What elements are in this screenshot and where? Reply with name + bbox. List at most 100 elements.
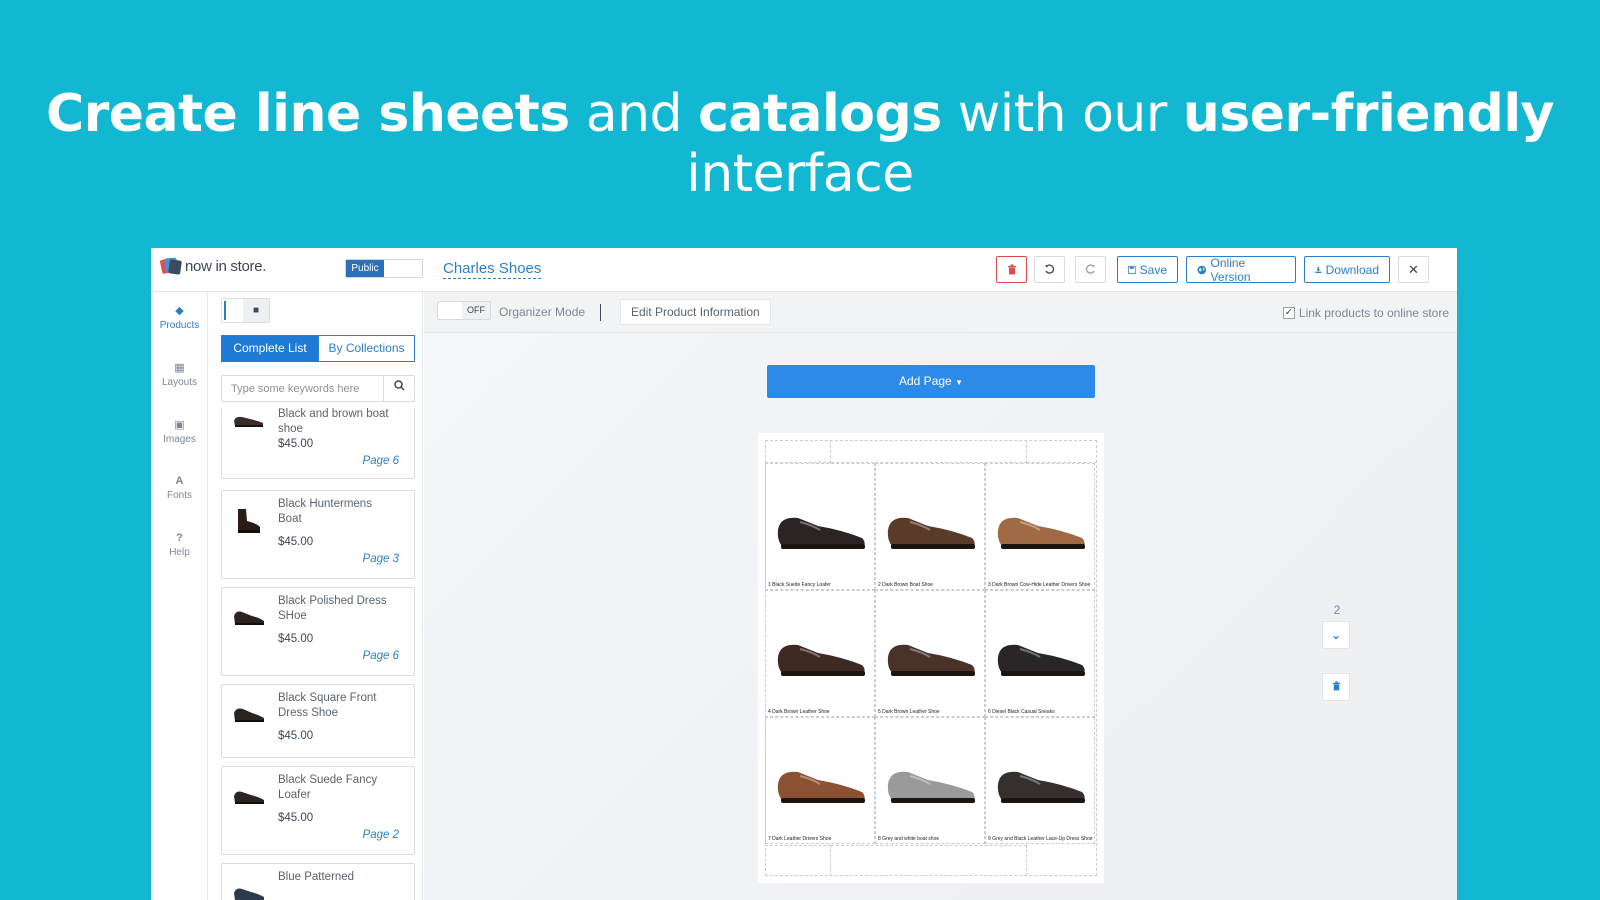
redo-icon — [1085, 264, 1095, 274]
globe-icon — [1197, 265, 1207, 274]
search-box — [221, 375, 415, 402]
public-toggle[interactable]: Public — [345, 259, 423, 278]
edit-product-info-button[interactable]: Edit Product Information — [620, 299, 771, 325]
rail-item-images[interactable]: ▣ Images — [151, 418, 208, 445]
product-page[interactable]: Page 6 — [363, 455, 399, 467]
redo-button[interactable] — [1075, 256, 1106, 283]
rail-products-label: Products — [159, 320, 200, 331]
list-item[interactable]: Black Huntermens Boat $45.00 Page 3 — [221, 490, 415, 579]
headline-part-1: Create line sheets — [45, 84, 570, 144]
list-item[interactable]: Black Suede Fancy Loafer $45.00 Page 2 — [221, 766, 415, 855]
shoe-thumbnail — [238, 509, 260, 533]
product-cell[interactable]: 5 Dark Brown Leather Shoe — [875, 590, 985, 717]
headline-part-6: interface — [686, 144, 914, 204]
add-page-button[interactable]: Add Page ▼ — [767, 365, 1095, 398]
product-page[interactable]: Page 3 — [363, 553, 399, 565]
tab-by-collections[interactable]: By Collections — [319, 335, 415, 362]
add-page-label: Add Page — [899, 374, 952, 388]
search-icon — [393, 380, 405, 391]
link-products-checkbox[interactable]: ✓ Link products to online store — [1282, 306, 1449, 320]
product-caption: 8 Grey and white boat shoe — [878, 836, 940, 842]
floppy-icon — [1128, 265, 1136, 274]
save-label: Save — [1139, 262, 1167, 277]
document-title[interactable]: Charles Shoes — [443, 260, 542, 279]
shoe-image — [887, 517, 975, 549]
product-cell[interactable]: 6 Diesel Black Casual Sneaks — [985, 590, 1095, 717]
rail-fonts-label: Fonts — [166, 490, 192, 501]
image-icon: ▣ — [174, 419, 185, 431]
header-cell[interactable] — [765, 440, 831, 463]
product-cell[interactable]: 9 Grey and Black Leather Lace-Up Dress S… — [985, 717, 1095, 844]
product-caption: 7 Dark Leather Drivers Shoe — [768, 836, 832, 842]
tab-complete-list[interactable]: Complete List — [221, 335, 319, 362]
delete-button[interactable] — [996, 256, 1027, 283]
product-name: Black Polished Dress SHoe — [278, 595, 387, 622]
link-products-label: Link products to online store — [1298, 306, 1449, 320]
shoe-thumbnail — [234, 708, 264, 722]
header-cell[interactable] — [831, 440, 1027, 463]
list-item[interactable]: Black Square Front Dress Shoe $45.00 — [221, 684, 415, 758]
product-price: $45.00 — [278, 633, 314, 645]
rail-item-layouts[interactable]: ▦ Layouts — [151, 361, 208, 388]
view-toggle[interactable]: ■ — [221, 298, 270, 323]
save-button[interactable]: Save — [1117, 256, 1178, 283]
logo-icon — [159, 257, 182, 275]
trash-icon — [1332, 681, 1340, 691]
shoe-image — [887, 771, 975, 803]
product-cell[interactable]: 7 Dark Leather Drivers Shoe — [765, 717, 875, 844]
header-cell[interactable] — [1027, 440, 1097, 463]
rail-images-label: Images — [163, 434, 196, 445]
product-caption: 2 Dark Brown Boat Shoe — [878, 582, 934, 588]
search-button[interactable] — [383, 376, 414, 401]
editor-toolbar: OFF Organizer Mode Edit Product Informat… — [424, 292, 1457, 333]
footer-cell[interactable] — [831, 845, 1027, 876]
list-item[interactable]: Black and brown boat shoe $45.00 Page 6 — [221, 408, 415, 479]
product-page[interactable]: Page 6 — [363, 650, 399, 662]
shoe-image — [777, 771, 865, 803]
organizer-toggle[interactable]: OFF — [437, 301, 491, 320]
download-label: Download — [1325, 262, 1379, 277]
rail-help-label: Help — [169, 547, 190, 558]
tag-icon: ◆ — [175, 305, 184, 317]
public-toggle-label: Public — [346, 260, 384, 277]
trash-icon — [1007, 264, 1016, 275]
product-page[interactable]: Page 2 — [363, 829, 399, 841]
list-item[interactable]: Black Polished Dress SHoe $45.00 Page 6 — [221, 587, 415, 676]
catalog-page[interactable]: 1 Black Suede Fancy Loafer 2 Dark Brown B… — [758, 433, 1104, 883]
product-caption: 6 Diesel Black Casual Sneaks — [988, 709, 1055, 715]
question-icon: ? — [176, 532, 183, 544]
product-cell[interactable]: 1 Black Suede Fancy Loafer — [765, 463, 875, 590]
download-button[interactable]: Download — [1304, 256, 1390, 283]
undo-button[interactable] — [1034, 256, 1065, 283]
product-cell[interactable]: 3 Dark Brown Cow-Hide Leather Drivers Sh… — [985, 463, 1095, 590]
divider — [600, 304, 601, 321]
shoe-image — [997, 771, 1085, 803]
product-caption: 3 Dark Brown Cow-Hide Leather Drivers Sh… — [988, 582, 1091, 588]
shoe-image — [777, 517, 865, 549]
shoe-image — [777, 644, 865, 676]
headline: Create line sheets and catalogs with our… — [0, 84, 1600, 204]
logo[interactable]: now in store. — [159, 257, 266, 275]
product-cell[interactable]: 4 Dark Brown Leather Shoe — [765, 590, 875, 717]
undo-icon — [1045, 264, 1055, 274]
product-cell[interactable]: 2 Dark Brown Boat Shoe — [875, 463, 985, 590]
online-version-button[interactable]: Online Version — [1186, 256, 1296, 284]
product-price: $45.00 — [278, 438, 314, 450]
search-input[interactable] — [222, 376, 384, 401]
product-name: Blue Patterned — [278, 871, 355, 883]
list-item[interactable]: Blue Patterned — [221, 863, 415, 900]
organizer-toggle-state: OFF — [462, 302, 490, 319]
footer-cell[interactable] — [765, 845, 831, 876]
product-cell[interactable]: 8 Grey and white boat shoe — [875, 717, 985, 844]
grid-icon: ▦ — [174, 362, 185, 374]
product-name: Black Suede Fancy Loafer — [278, 774, 378, 801]
delete-page-button[interactable] — [1322, 673, 1350, 701]
close-button[interactable]: ✕ — [1398, 256, 1429, 283]
next-page-button[interactable]: ⌄ — [1322, 621, 1350, 649]
headline-part-4: with our — [941, 84, 1183, 144]
rail-layouts-label: Layouts — [161, 377, 198, 388]
rail-item-products[interactable]: ◆ Products — [151, 304, 208, 331]
rail-item-help[interactable]: ? Help — [151, 532, 208, 558]
rail-item-fonts[interactable]: A Fonts — [151, 475, 208, 501]
product-caption: 5 Dark Brown Leather Shoe — [878, 709, 940, 715]
